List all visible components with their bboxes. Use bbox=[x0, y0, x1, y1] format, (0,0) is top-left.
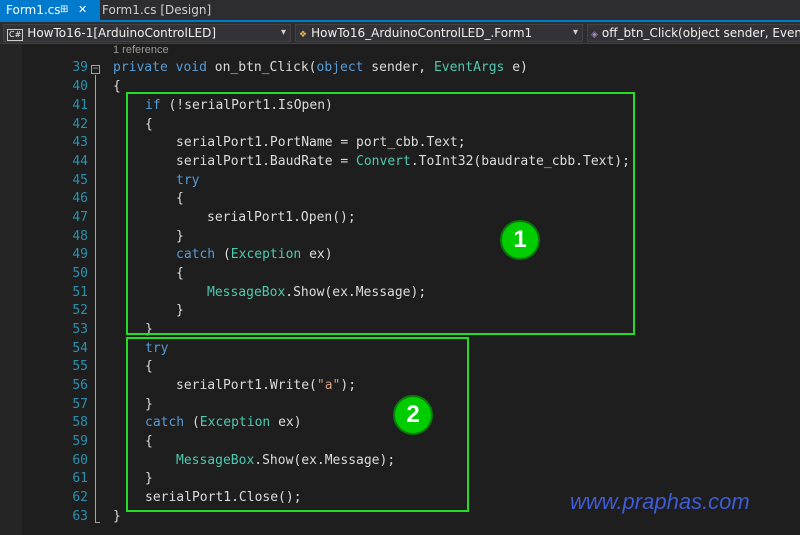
line-number: 56 bbox=[72, 378, 88, 393]
line-number: 48 bbox=[72, 229, 88, 244]
member-dropdown[interactable]: ◈off_btn_Click(object sender, EventArgs … bbox=[587, 24, 800, 42]
navigation-bar: C# HowTo16-1[ArduinoControlLED] ▾ ❖ HowTo1… bbox=[0, 22, 800, 44]
class-dropdown[interactable]: ❖ HowTo16_ArduinoControlLED_.Form1 ▾ bbox=[295, 24, 583, 42]
tab-form1-cs[interactable]: Form1.cs ⊞ ✕ bbox=[0, 0, 100, 20]
line-number: 47 bbox=[72, 210, 88, 225]
line-number: 51 bbox=[72, 285, 88, 300]
line-number: 58 bbox=[72, 415, 88, 430]
member-dropdown-label: off_btn_Click(object sender, EventArgs e… bbox=[601, 26, 800, 40]
tab-label: Form1.cs bbox=[6, 3, 61, 17]
line-number: 45 bbox=[72, 173, 88, 188]
tab-form1-design[interactable]: Form1.cs [Design] bbox=[96, 0, 211, 20]
line-number: 43 bbox=[72, 135, 88, 150]
code-token: EventArgs bbox=[433, 60, 505, 75]
project-dropdown-label: HowTo16-1[ArduinoControlLED] bbox=[27, 26, 217, 40]
annotation-badge-2: 2 bbox=[393, 395, 433, 435]
line-number: 61 bbox=[72, 471, 88, 486]
line-number: 42 bbox=[72, 117, 88, 132]
watermark: www.praphas.com bbox=[570, 489, 750, 514]
line-number: 50 bbox=[72, 266, 88, 281]
fold-guide-end bbox=[95, 522, 100, 523]
code-token: sender, bbox=[363, 60, 434, 75]
line-number: 41 bbox=[72, 98, 88, 113]
line-number: 57 bbox=[72, 397, 88, 412]
document-tab-bar: Form1.cs ⊞ ✕ Form1.cs [Design] bbox=[0, 0, 800, 22]
code-editor[interactable]: 39 40 41 42 43 44 45 46 47 48 49 50 51 5… bbox=[0, 44, 800, 535]
line-number: 52 bbox=[72, 303, 88, 318]
code-token: on_btn_Click( bbox=[206, 60, 317, 75]
method-icon: ◈ bbox=[591, 30, 598, 40]
line-number: 40 bbox=[72, 79, 88, 94]
csharp-project-icon: C# bbox=[7, 29, 24, 41]
line-number: 55 bbox=[72, 359, 88, 374]
line-number-gutter: 39 40 41 42 43 44 45 46 47 48 49 50 51 5… bbox=[22, 44, 92, 535]
line-number: 63 bbox=[72, 509, 88, 524]
line-number: 46 bbox=[72, 191, 88, 206]
line-number: 59 bbox=[72, 434, 88, 449]
close-icon[interactable]: ✕ bbox=[78, 0, 87, 20]
code-token: private bbox=[113, 60, 168, 75]
line-number: 44 bbox=[72, 154, 88, 169]
fold-guide bbox=[95, 75, 96, 522]
line-number: 54 bbox=[72, 341, 88, 356]
highlight-box-1 bbox=[126, 92, 635, 335]
project-dropdown[interactable]: C# HowTo16-1[ArduinoControlLED] ▾ bbox=[3, 24, 291, 42]
line-number: 39 bbox=[72, 60, 88, 75]
code-token: } bbox=[113, 509, 121, 524]
code-token: object bbox=[316, 60, 364, 75]
codelens-reference-count[interactable]: 1 reference bbox=[113, 44, 169, 56]
collapse-icon[interactable]: − bbox=[91, 65, 100, 74]
line-number: 53 bbox=[72, 322, 88, 337]
code-line: } bbox=[113, 507, 121, 526]
line-number: 62 bbox=[72, 490, 88, 505]
line-number: 60 bbox=[72, 453, 88, 468]
chevron-down-icon[interactable]: ▾ bbox=[573, 25, 578, 41]
annotation-badge-1: 1 bbox=[500, 220, 540, 260]
code-token: { bbox=[113, 79, 121, 94]
line-number: 49 bbox=[72, 247, 88, 262]
chevron-down-icon[interactable]: ▾ bbox=[281, 25, 286, 41]
code-token: e) bbox=[504, 60, 528, 75]
class-dropdown-label: HowTo16_ArduinoControlLED_.Form1 bbox=[311, 26, 533, 40]
code-line: { bbox=[113, 77, 121, 96]
code-line: private void on_btn_Click(object sender,… bbox=[113, 58, 528, 77]
pin-icon[interactable]: ⊞ bbox=[60, 0, 68, 20]
code-token: void bbox=[175, 60, 207, 75]
tab-label: Form1.cs [Design] bbox=[102, 3, 212, 17]
indicator-margin bbox=[0, 44, 22, 535]
class-icon: ❖ bbox=[299, 30, 308, 40]
